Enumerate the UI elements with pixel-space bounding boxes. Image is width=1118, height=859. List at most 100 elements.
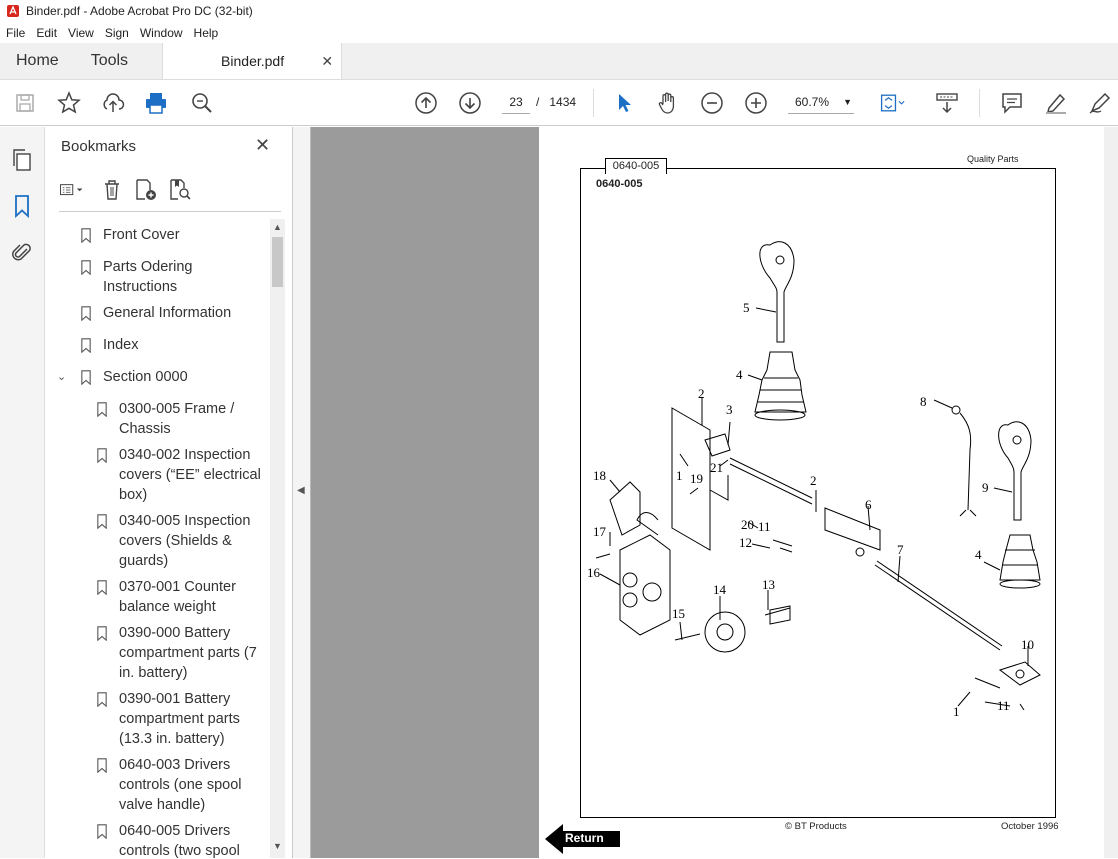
page-tab-label: 0640-005 [605,158,667,174]
bookmark-icon [97,758,107,773]
attachment-icon[interactable] [10,240,34,264]
hand-tool-icon[interactable] [655,90,681,116]
menu-bar: File Edit View Sign Window Help [0,22,1118,43]
bookmark-item[interactable]: Parts Odering Instructions [79,257,253,297]
bookmark-options-icon[interactable] [59,178,85,202]
bookmark-icon [81,228,91,243]
bookmark-icon [97,402,107,417]
print-icon[interactable] [143,90,169,116]
bookmark-item-section[interactable]: ⌄ Section 0000 [57,367,253,387]
footer-date: October 1996 [1001,821,1059,832]
menu-sign[interactable]: Sign [99,26,134,40]
collapse-arrow-icon[interactable]: ◀ [297,485,305,496]
scroll-mode-icon[interactable] [934,90,960,116]
callout-label: 1 [676,468,683,483]
bookmark-icon [81,338,91,353]
zoom-out-icon[interactable] [699,90,725,116]
callout-label: 16 [587,565,600,580]
sign-pen-icon[interactable] [1087,90,1113,116]
callout-label: 21 [710,460,723,475]
zoom-level-select[interactable]: 60.7% ▼ [788,90,854,114]
chevron-down-icon: ▼ [843,97,852,107]
acrobat-icon [7,5,19,17]
callout-label: 8 [920,394,927,409]
comment-icon[interactable] [999,90,1025,116]
bookmark-item[interactable]: Index [79,335,253,355]
page-thumbnails-icon[interactable] [10,148,34,172]
document-scrollbar[interactable] [1104,127,1118,858]
bookmark-item[interactable]: 0640-005 Drivers controls (two spool [95,821,269,858]
return-link[interactable]: Return [545,824,620,854]
star-icon[interactable] [56,90,82,116]
bookmark-icon [97,580,107,595]
bookmarks-toolbar [59,177,193,203]
menu-view[interactable]: View [62,26,99,40]
new-bookmark-icon[interactable] [133,178,159,202]
bookmark-item[interactable]: 0300-005 Frame / Chassis [95,399,269,439]
next-page-icon[interactable] [457,90,483,116]
bookmark-item[interactable]: 0370-001 Counter balance weight [95,577,269,617]
bookmark-panel-icon[interactable] [10,194,34,219]
callout-label: 2 [810,473,817,488]
upload-cloud-icon[interactable] [100,90,126,116]
bookmark-label: Parts Odering Instructions [103,259,193,295]
total-pages: 1434 [549,95,577,109]
bookmark-item[interactable]: Front Cover [79,225,253,245]
toolbar-divider [593,89,594,117]
callout-label: 11 [997,698,1010,713]
bookmark-icon [97,626,107,641]
bookmark-item[interactable]: 0340-005 Inspection covers (Shields & gu… [95,511,269,571]
delete-bookmark-icon[interactable] [99,178,125,202]
close-tab-icon[interactable]: ✕ [321,53,333,70]
bookmark-label: Front Cover [103,227,180,243]
left-rail [0,127,45,858]
zoom-search-icon[interactable] [189,90,215,116]
menu-edit[interactable]: Edit [30,26,62,40]
callout-label: 20 [741,517,754,532]
bookmark-item[interactable]: 0340-002 Inspection covers (“EE” electri… [95,445,269,505]
tab-tools[interactable]: Tools [75,43,144,79]
chevron-down-icon[interactable]: ⌄ [57,367,69,387]
find-bookmark-icon[interactable] [167,178,193,202]
callout-label: 5 [743,300,750,315]
bookmark-item[interactable]: 0390-000 Battery compartment parts (7 in… [95,623,269,683]
bookmark-item[interactable]: General Information [79,303,271,323]
bookmark-label: 0340-002 Inspection covers (“EE” electri… [119,447,261,503]
callout-label: 10 [1021,637,1034,652]
tab-home[interactable]: Home [0,43,75,79]
header-right-text: Quality Parts [967,154,1019,164]
callout-label: 1 [953,704,960,719]
save-icon[interactable] [12,90,38,116]
close-panel-icon[interactable]: ✕ [255,135,270,156]
page-code: 0640-005 [596,178,643,190]
tab-document[interactable]: Binder.pdf ✕ [162,43,343,79]
panel-collapse-handle[interactable]: ◀ [293,127,311,858]
scrollbar-thumb[interactable] [272,237,283,287]
callout-label: 13 [762,577,775,592]
bookmark-icon [81,260,91,275]
bookmark-icon [97,692,107,707]
scroll-up-icon[interactable]: ▲ [273,222,282,232]
bookmarks-scrollbar[interactable]: ▲ ▼ [270,219,285,858]
zoom-level-value: 60.7% [795,95,830,109]
bookmark-item[interactable]: 0640-003 Drivers controls (one spool val… [95,755,269,815]
window-title: Binder.pdf - Adobe Acrobat Pro DC (32-bi… [26,4,253,18]
bookmark-icon [97,448,107,463]
tab-document-label: Binder.pdf [221,53,285,69]
zoom-in-icon[interactable] [743,90,769,116]
bookmark-item[interactable]: 0390-001 Battery compartment parts (13.3… [95,689,269,749]
menu-file[interactable]: File [0,26,30,40]
select-arrow-icon[interactable] [611,90,637,116]
highlighter-icon[interactable] [1043,90,1069,116]
page-number-input[interactable]: 23 [502,90,530,114]
menu-help[interactable]: Help [188,26,224,40]
callout-label: 19 [690,471,703,486]
title-bar: Binder.pdf - Adobe Acrobat Pro DC (32-bi… [0,0,1118,22]
bookmark-icon [97,824,107,839]
bookmark-label: 0640-003 Drivers controls (one spool val… [119,757,242,813]
bookmark-label: 0390-000 Battery compartment parts (7 in… [119,625,257,681]
menu-window[interactable]: Window [134,26,188,40]
scroll-down-icon[interactable]: ▼ [273,841,282,851]
fit-page-icon[interactable] [879,90,905,116]
previous-page-icon[interactable] [413,90,439,116]
